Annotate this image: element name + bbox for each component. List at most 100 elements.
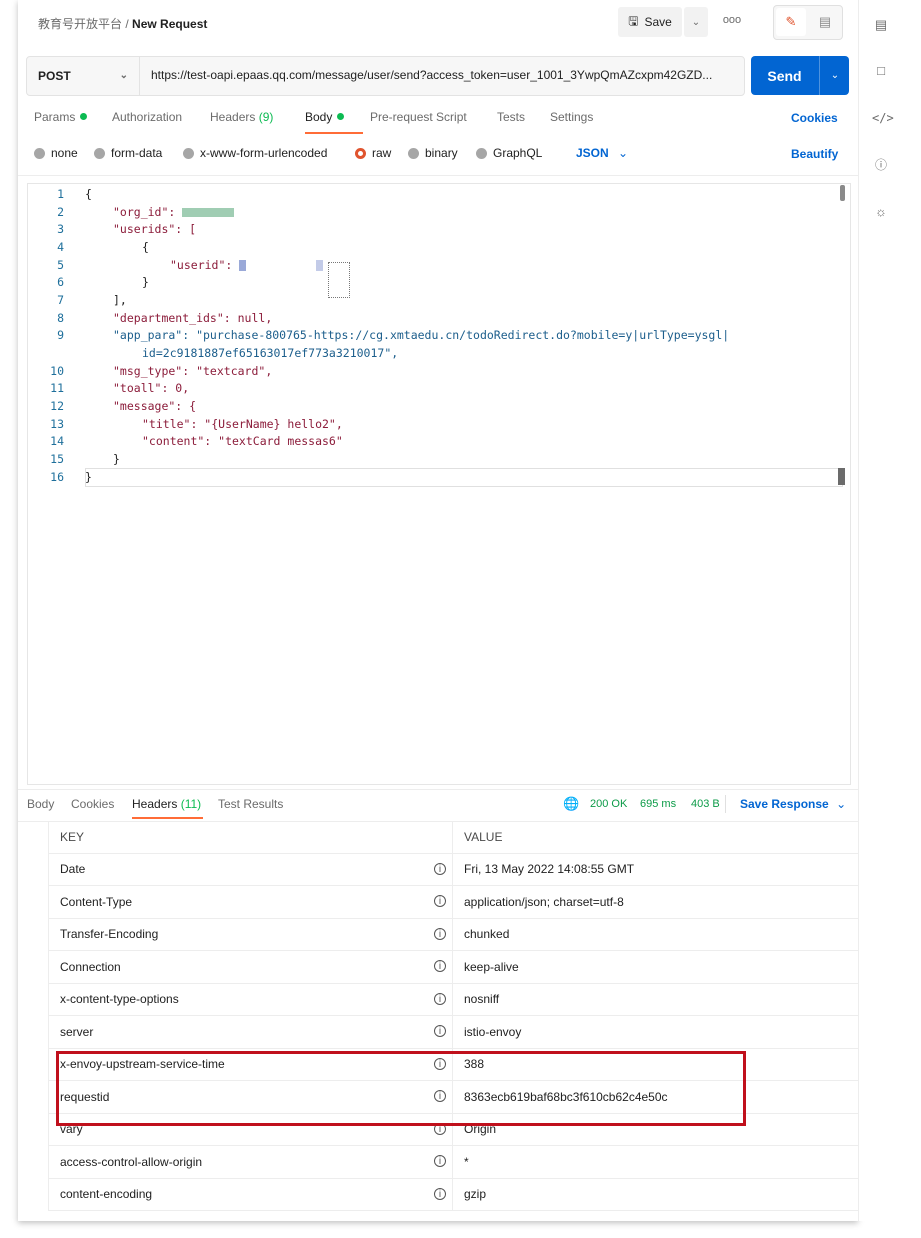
code-icon[interactable]: </>: [872, 109, 894, 127]
radio-icon: [476, 147, 487, 159]
info-icon[interactable]: i: [434, 1090, 446, 1102]
header-key-text: Date: [60, 862, 86, 877]
table-row[interactable]: Transfer-Encoding i chunked: [48, 918, 858, 951]
radio-graphql[interactable]: GraphQL: [476, 146, 542, 160]
tab-test-results[interactable]: Test Results: [218, 797, 283, 811]
table-row[interactable]: x-envoy-upstream-service-time i 388: [48, 1048, 858, 1081]
table-header-row: KEY VALUE: [48, 821, 858, 854]
info-icon[interactable]: i: [434, 927, 446, 940]
radio-raw[interactable]: raw: [355, 146, 391, 160]
redacted-value: [316, 260, 324, 271]
column-header-value: VALUE: [452, 821, 858, 854]
response-size[interactable]: 403 B: [691, 798, 720, 810]
divider: [725, 795, 726, 813]
scrollbar-thumb[interactable]: [838, 468, 845, 485]
radio-x-www-form-urlencoded[interactable]: x-www-form-urlencoded: [183, 146, 327, 160]
method-select[interactable]: POST ⌄: [27, 57, 140, 95]
comment-icon[interactable]: □: [872, 62, 890, 80]
info-icon[interactable]: i: [434, 1025, 446, 1037]
header-value: Origin: [452, 1113, 858, 1146]
chevron-down-icon: ⌄: [830, 70, 840, 81]
tab-response-body[interactable]: Body: [27, 797, 54, 811]
header-key-text: x-envoy-upstream-service-time: [60, 1057, 225, 1072]
info-icon[interactable]: i: [434, 1122, 446, 1135]
info-icon[interactable]: i: [434, 895, 446, 907]
header-value: 8363ecb619baf68bc3f610cb62c4e50c: [452, 1080, 858, 1114]
radio-form-data[interactable]: form-data: [94, 146, 162, 160]
tab-settings[interactable]: Settings: [550, 110, 593, 124]
radio-label: raw: [372, 146, 392, 160]
radio-none[interactable]: none: [34, 146, 78, 160]
comment-icon[interactable]: ▤: [810, 8, 840, 36]
tab-body[interactable]: Body: [305, 110, 345, 124]
code-editor[interactable]: 1 2 3 4 5 6 7 8 9 10 11 12 13 14 15 16 {…: [27, 183, 851, 785]
edit-icon[interactable]: ✎: [776, 8, 806, 36]
info-icon[interactable]: i: [434, 1155, 446, 1167]
info-icon[interactable]: ⓘ: [872, 156, 890, 174]
line-number: 11: [50, 381, 64, 395]
tab-authorization[interactable]: Authorization: [112, 110, 182, 124]
response-time[interactable]: 695 ms: [640, 798, 676, 810]
table-row[interactable]: requestid i 8363ecb619baf68bc3f610cb62c4e5…: [48, 1080, 858, 1114]
save-response-button[interactable]: Save Response ⌄: [740, 797, 846, 811]
radio-label: none: [51, 146, 78, 160]
breadcrumb-workspace[interactable]: 教育号开放平台: [38, 17, 122, 31]
scrollbar[interactable]: [840, 185, 845, 201]
table-row[interactable]: vary i Origin: [48, 1113, 858, 1146]
cursor-box: [328, 262, 350, 298]
line-number: 16: [50, 470, 64, 484]
info-icon[interactable]: i: [434, 1057, 446, 1070]
header-value: chunked: [452, 918, 858, 951]
tab-tests[interactable]: Tests: [497, 110, 525, 124]
tab-response-cookies[interactable]: Cookies: [71, 797, 114, 811]
code-line: {: [85, 187, 92, 201]
url-input[interactable]: https://test-oapi.epaas.qq.com/message/u…: [151, 68, 736, 82]
table-row[interactable]: access-control-allow-origin i *: [48, 1145, 858, 1179]
table-row[interactable]: Connection i keep-alive: [48, 950, 858, 984]
info-icon[interactable]: i: [434, 1187, 446, 1200]
header-value: nosniff: [452, 983, 858, 1016]
request-name[interactable]: New Request: [132, 17, 207, 31]
documentation-icon[interactable]: ▤: [872, 16, 890, 34]
save-options-button[interactable]: ⌄: [684, 7, 708, 37]
status-dot: [80, 113, 88, 120]
body-format-select[interactable]: JSON ⌄: [576, 146, 628, 160]
table-row[interactable]: Content-Type i application/json; charset=u…: [48, 885, 858, 919]
status-code[interactable]: 200 OK: [590, 798, 627, 810]
tab-response-headers[interactable]: Headers (11): [132, 797, 201, 811]
code-line: "toall": 0,: [113, 381, 190, 395]
header-key: x-content-type-options i: [48, 983, 453, 1016]
info-icon[interactable]: i: [434, 960, 446, 972]
tab-pre-request-script[interactable]: Pre-request Script: [370, 110, 467, 124]
info-icon[interactable]: i: [434, 862, 446, 875]
header-value: 388: [452, 1048, 858, 1081]
cookies-link[interactable]: Cookies: [791, 111, 838, 125]
radio-selected-icon: [355, 147, 366, 159]
info-icon[interactable]: i: [434, 992, 446, 1005]
divider: [18, 789, 858, 790]
send-button[interactable]: Send ⌄: [751, 56, 849, 95]
tab-label: Headers: [132, 797, 178, 811]
header-key: content-encoding i: [48, 1178, 453, 1211]
send-options-button[interactable]: ⌄: [819, 56, 850, 95]
table-row[interactable]: Date i Fri, 13 May 2022 14:08:55 GMT: [48, 853, 858, 886]
save-button[interactable]: 🖫 Save: [618, 7, 682, 37]
line-number: 5: [57, 258, 64, 272]
radio-binary[interactable]: binary: [408, 146, 458, 160]
table-row[interactable]: server i istio-envoy: [48, 1015, 858, 1049]
lightbulb-icon[interactable]: ☼: [872, 203, 890, 221]
code-line: "userid":: [170, 258, 324, 272]
more-actions-button[interactable]: ooo: [718, 14, 746, 30]
tab-headers[interactable]: Headers (9): [210, 110, 273, 124]
beautify-link[interactable]: Beautify: [791, 147, 838, 161]
table-row[interactable]: content-encoding i gzip: [48, 1178, 858, 1211]
header-key: access-control-allow-origin i: [48, 1145, 453, 1179]
header-key-text: server: [60, 1024, 94, 1039]
send-label: Send: [767, 67, 802, 84]
header-key-text: Connection: [60, 959, 121, 974]
tab-params[interactable]: Params: [34, 110, 88, 124]
code-line: "department_ids": null,: [113, 311, 273, 325]
table-row[interactable]: x-content-type-options i nosniff: [48, 983, 858, 1016]
line-number: 15: [50, 452, 64, 466]
chevron-down-icon: ⌄: [618, 146, 629, 160]
